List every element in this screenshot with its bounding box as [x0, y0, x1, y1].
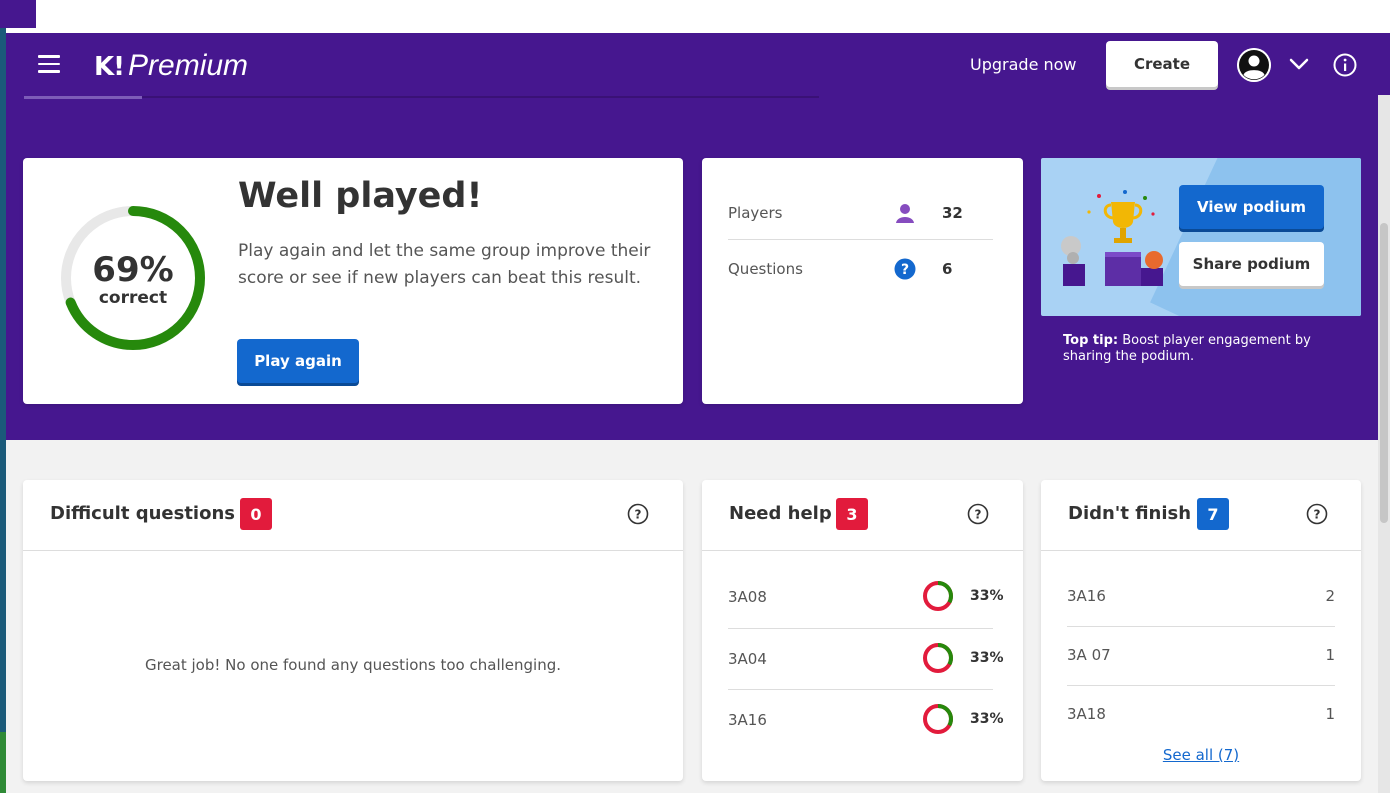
- difficult-questions-card: Difficult questions 0 ? Great job! No on…: [23, 480, 683, 781]
- stat-label: Players: [728, 204, 783, 222]
- chevron-down-icon[interactable]: [1289, 56, 1309, 75]
- panel-header: Difficult questions 0 ?: [23, 480, 683, 551]
- result-description: Play again and let the same group improv…: [238, 241, 651, 288]
- svg-text:?: ?: [635, 508, 642, 522]
- player-name: 3A16: [728, 711, 767, 729]
- unanswered-count: 2: [1325, 587, 1335, 605]
- stat-players: Players 32: [728, 184, 993, 238]
- info-icon[interactable]: [1332, 52, 1358, 82]
- correct-percentage: 69%: [92, 250, 174, 290]
- panel-header: Need help 3 ?: [702, 480, 1023, 551]
- player-score: 33%: [970, 711, 1004, 727]
- player-name: 3A 07: [1067, 646, 1111, 664]
- svg-text:?: ?: [1314, 508, 1321, 522]
- player-name: 3A16: [1067, 587, 1106, 605]
- difficult-questions-count-badge: 0: [240, 498, 272, 530]
- share-podium-button[interactable]: Share podium: [1179, 242, 1324, 286]
- help-icon[interactable]: ?: [1306, 503, 1328, 525]
- question-circle-icon: ?: [894, 258, 916, 284]
- see-all-link[interactable]: See all (7): [1041, 746, 1361, 764]
- podium-trophy-illustration: [1061, 190, 1163, 286]
- player-score-donut: [923, 704, 953, 734]
- kahoot-premium-logo[interactable]: K! Premium: [94, 49, 248, 83]
- svg-text:?: ?: [901, 262, 909, 278]
- list-item[interactable]: 3A04 33%: [728, 628, 1004, 688]
- play-again-button[interactable]: Play again: [237, 339, 359, 383]
- logo-mark: K!: [94, 52, 125, 82]
- list-item[interactable]: 3A16 33%: [728, 689, 1004, 749]
- upgrade-now-link[interactable]: Upgrade now: [970, 55, 1077, 74]
- header-divider: [24, 96, 819, 98]
- scrollbar-thumb[interactable]: [1380, 223, 1388, 523]
- header-tab-indicator: [24, 96, 142, 99]
- user-avatar-icon[interactable]: [1237, 48, 1271, 82]
- game-stats-card: Players 32 Questions ? 6: [702, 158, 1023, 404]
- stat-value: 6: [942, 260, 953, 278]
- player-name: 3A08: [728, 588, 767, 606]
- difficult-questions-title: Difficult questions: [50, 503, 236, 524]
- player-score: 33%: [970, 588, 1004, 604]
- player-name: 3A18: [1067, 705, 1106, 723]
- podium-banner: [1041, 158, 1361, 316]
- top-tip: Top tip: Boost player engagement by shar…: [1063, 333, 1343, 365]
- player-score-donut: [923, 581, 953, 611]
- stat-value: 32: [942, 204, 963, 222]
- svg-text:?: ?: [975, 508, 982, 522]
- list-item[interactable]: 3A 07 1: [1067, 626, 1335, 685]
- result-summary-card: 69% correct Well played! Play again and …: [23, 158, 683, 404]
- empty-state-message: Great job! No one found any questions to…: [144, 656, 562, 674]
- didnt-finish-count-badge: 7: [1197, 498, 1229, 530]
- list-item[interactable]: 3A08 33%: [728, 566, 1004, 626]
- correct-label: correct: [98, 288, 168, 308]
- result-title: Well played!: [238, 176, 483, 216]
- create-button[interactable]: Create: [1106, 41, 1218, 87]
- stat-questions: Questions ? 6: [728, 240, 993, 294]
- player-name: 3A04: [728, 650, 767, 668]
- unanswered-count: 1: [1325, 646, 1335, 664]
- didnt-finish-title: Didn't finish: [1068, 503, 1192, 524]
- list-item[interactable]: 3A16 2: [1067, 567, 1335, 626]
- person-icon: [894, 202, 916, 228]
- help-icon[interactable]: ?: [627, 503, 649, 525]
- player-score-donut: [923, 643, 953, 673]
- top-bar: K! Premium Upgrade now Create: [6, 33, 1390, 103]
- need-help-card: Need help 3 ? 3A08 33% 3A04 33% 3A16 33%: [702, 480, 1023, 781]
- need-help-count-badge: 3: [836, 498, 868, 530]
- report-page: K! Premium Upgrade now Create 69% correc…: [6, 33, 1390, 793]
- view-podium-button[interactable]: View podium: [1179, 185, 1324, 229]
- list-item[interactable]: 3A18 1: [1067, 685, 1335, 744]
- stat-label: Questions: [728, 260, 803, 278]
- panel-header: Didn't finish 7 ?: [1041, 480, 1361, 551]
- background-window-corner: [0, 0, 36, 28]
- hamburger-menu-icon[interactable]: [38, 55, 60, 73]
- need-help-title: Need help: [729, 503, 832, 524]
- top-tip-label: Top tip:: [1063, 333, 1119, 348]
- help-icon[interactable]: ?: [967, 503, 989, 525]
- player-score: 33%: [970, 650, 1004, 666]
- didnt-finish-card: Didn't finish 7 ? 3A16 2 3A 07 1 3A18 1 …: [1041, 480, 1361, 781]
- unanswered-count: 1: [1325, 705, 1335, 723]
- logo-word: Premium: [128, 49, 249, 82]
